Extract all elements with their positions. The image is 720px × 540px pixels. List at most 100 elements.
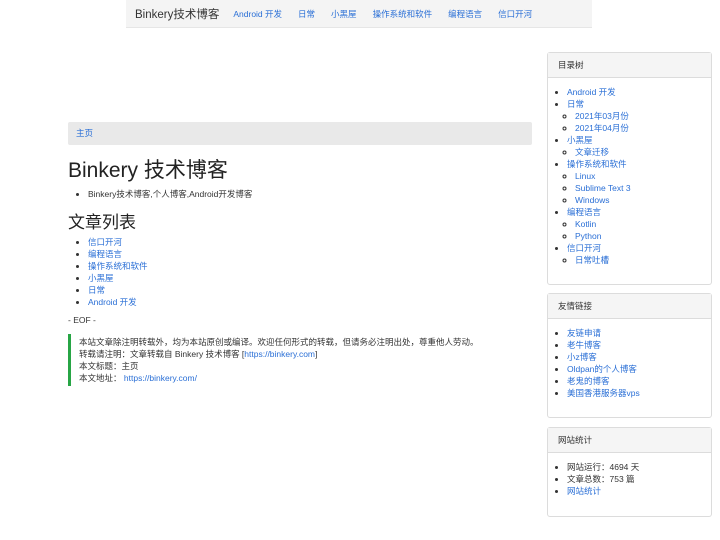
article-link[interactable]: Android 开发	[88, 297, 137, 307]
top-navbar: Binkery技术博客 Android 开发 日常 小黑屋 操作系统和软件 编程…	[126, 0, 592, 28]
toc-sublink[interactable]: Windows	[575, 195, 609, 205]
stats-link[interactable]: 网站统计	[567, 486, 601, 496]
list-item: 友链申请	[567, 327, 705, 339]
article-link[interactable]: 操作系统和软件	[88, 261, 148, 271]
list-item: 网站统计	[567, 485, 705, 497]
panel-heading: 友情链接	[548, 294, 711, 319]
article-link[interactable]: 日常	[88, 285, 105, 295]
notice-text: ]	[315, 349, 318, 359]
nav-link-daily[interactable]: 日常	[298, 8, 315, 20]
list-item: 信口开河	[88, 236, 532, 248]
toc-sublink[interactable]: Python	[575, 231, 601, 241]
stats-article-count: 文章总数：753 篇	[567, 473, 705, 485]
site-stats-panel: 网站统计 网站运行：4694 天 文章总数：753 篇 网站统计	[547, 427, 712, 517]
friend-links-panel: 友情链接 友链申请 老牛博客 小z博客 Oldpan的个人博客 老鬼的博客 美国…	[547, 293, 712, 418]
article-link[interactable]: 编程语言	[88, 249, 122, 259]
list-item: 编程语言	[88, 248, 532, 260]
toc-subitem: Linux	[575, 170, 705, 182]
friend-link[interactable]: 老鬼的博客	[567, 376, 610, 386]
toc-link-os-software[interactable]: 操作系统和软件	[567, 159, 627, 169]
toc-sublist: 文章迁移	[567, 146, 705, 158]
article-list: 信口开河 编程语言 操作系统和软件 小黑屋 日常 Android 开发	[68, 236, 532, 308]
breadcrumb: 主页	[68, 122, 532, 145]
toc-item: 操作系统和软件 Linux Sublime Text 3 Windows	[567, 158, 705, 206]
friend-link[interactable]: 友链申请	[567, 328, 601, 338]
toc-sublist: Linux Sublime Text 3 Windows	[567, 170, 705, 206]
notice-line: 本文标题：主页	[79, 361, 139, 371]
subtitle-text: Binkery技术博客,个人博客,Android开发博客	[88, 188, 532, 200]
toc-subitem: 日常吐槽	[575, 254, 705, 266]
toc-subitem: Kotlin	[575, 218, 705, 230]
nav-link-blackroom[interactable]: 小黑屋	[331, 8, 357, 20]
toc-link-daily[interactable]: 日常	[567, 99, 584, 109]
toc-subitem: 文章迁移	[575, 146, 705, 158]
toc-subitem: 2021年04月份	[575, 122, 705, 134]
list-item: 小黑屋	[88, 272, 532, 284]
friend-link[interactable]: 老牛博客	[567, 340, 601, 350]
page-title: Binkery 技术博客	[68, 159, 228, 182]
list-item: 操作系统和软件	[88, 260, 532, 272]
stats-list: 网站运行：4694 天 文章总数：753 篇 网站统计	[554, 461, 705, 497]
list-item: 老鬼的博客	[567, 375, 705, 387]
nav-link-random-talk[interactable]: 信口开河	[498, 8, 532, 20]
toc-sublink[interactable]: 文章迁移	[575, 147, 609, 157]
toc-link-android[interactable]: Android 开发	[567, 87, 616, 97]
main-content: 主页 Binkery 技术博客 Binkery技术博客,个人博客,Android…	[68, 122, 532, 386]
article-link[interactable]: 小黑屋	[88, 273, 114, 283]
stats-running-days: 网站运行：4694 天	[567, 461, 705, 473]
toc-sublist: 2021年03月份 2021年04月份	[567, 110, 705, 134]
panel-heading: 目录树	[548, 53, 711, 78]
notice-line: 本站文章除注明转载外，均为本站原创或编译。欢迎任何形式的转载，但请务必注明出处，…	[79, 337, 479, 347]
toc-subitem: Sublime Text 3	[575, 182, 705, 194]
panel-body: Android 开发 日常 2021年03月份 2021年04月份 小黑屋 文章…	[548, 78, 711, 274]
toc-link-programming[interactable]: 编程语言	[567, 207, 601, 217]
toc-list: Android 开发 日常 2021年03月份 2021年04月份 小黑屋 文章…	[554, 86, 705, 266]
toc-link-random-talk[interactable]: 信口开河	[567, 243, 601, 253]
list-item: Android 开发	[88, 296, 532, 308]
list-item: Oldpan的个人博客	[567, 363, 705, 375]
eof-marker: - EOF -	[68, 315, 96, 325]
panel-body: 网站运行：4694 天 文章总数：753 篇 网站统计	[548, 453, 711, 505]
section-title: 文章列表	[68, 213, 136, 232]
breadcrumb-home-link[interactable]: 主页	[76, 128, 93, 138]
notice-text: 本文地址：	[79, 373, 122, 383]
list-item: 老牛博客	[567, 339, 705, 351]
article-url-link[interactable]: https://binkery.com/	[124, 373, 197, 383]
subtitle-list: Binkery技术博客,个人博客,Android开发博客	[68, 188, 532, 200]
toc-sublink[interactable]: Sublime Text 3	[575, 183, 631, 193]
notice-text: 转载请注明：文章转载自 Binkery 技术博客 [	[79, 349, 245, 359]
friend-link[interactable]: 美国香港服务器vps	[567, 388, 640, 398]
toc-sublink[interactable]: 2021年03月份	[575, 111, 629, 121]
list-item: 美国香港服务器vps	[567, 387, 705, 399]
nav-link-android[interactable]: Android 开发	[233, 8, 282, 20]
toc-sublist: Kotlin Python	[567, 218, 705, 242]
nav-links: Android 开发 日常 小黑屋 操作系统和软件 编程语言 信口开河	[233, 8, 548, 20]
toc-panel: 目录树 Android 开发 日常 2021年03月份 2021年04月份 小黑…	[547, 52, 712, 285]
toc-item: 日常 2021年03月份 2021年04月份	[567, 98, 705, 134]
brand-link[interactable]: Binkery技术博客	[135, 6, 219, 22]
toc-item: 编程语言 Kotlin Python	[567, 206, 705, 242]
site-link[interactable]: https://binkery.com	[244, 349, 315, 359]
toc-sublink[interactable]: Linux	[575, 171, 595, 181]
toc-item: Android 开发	[567, 86, 705, 98]
toc-item: 信口开河 日常吐槽	[567, 242, 705, 266]
toc-subitem: Python	[575, 230, 705, 242]
toc-link-blackroom[interactable]: 小黑屋	[567, 135, 593, 145]
panel-body: 友链申请 老牛博客 小z博客 Oldpan的个人博客 老鬼的博客 美国香港服务器…	[548, 319, 711, 407]
toc-item: 小黑屋 文章迁移	[567, 134, 705, 158]
article-link[interactable]: 信口开河	[88, 237, 122, 247]
panel-heading: 网站统计	[548, 428, 711, 453]
toc-sublink[interactable]: 2021年04月份	[575, 123, 629, 133]
toc-subitem: 2021年03月份	[575, 110, 705, 122]
nav-link-os-software[interactable]: 操作系统和软件	[373, 8, 433, 20]
toc-sublist: 日常吐槽	[567, 254, 705, 266]
friend-link[interactable]: Oldpan的个人博客	[567, 364, 637, 374]
friend-links-list: 友链申请 老牛博客 小z博客 Oldpan的个人博客 老鬼的博客 美国香港服务器…	[554, 327, 705, 399]
toc-sublink[interactable]: 日常吐槽	[575, 255, 609, 265]
toc-sublink[interactable]: Kotlin	[575, 219, 596, 229]
copyright-notice: 本站文章除注明转载外，均为本站原创或编译。欢迎任何形式的转载，但请务必注明出处，…	[68, 334, 532, 386]
notice-line: 转载请注明：文章转载自 Binkery 技术博客 [https://binker…	[79, 348, 532, 360]
friend-link[interactable]: 小z博客	[567, 352, 597, 362]
list-item: 小z博客	[567, 351, 705, 363]
nav-link-programming[interactable]: 编程语言	[448, 8, 482, 20]
